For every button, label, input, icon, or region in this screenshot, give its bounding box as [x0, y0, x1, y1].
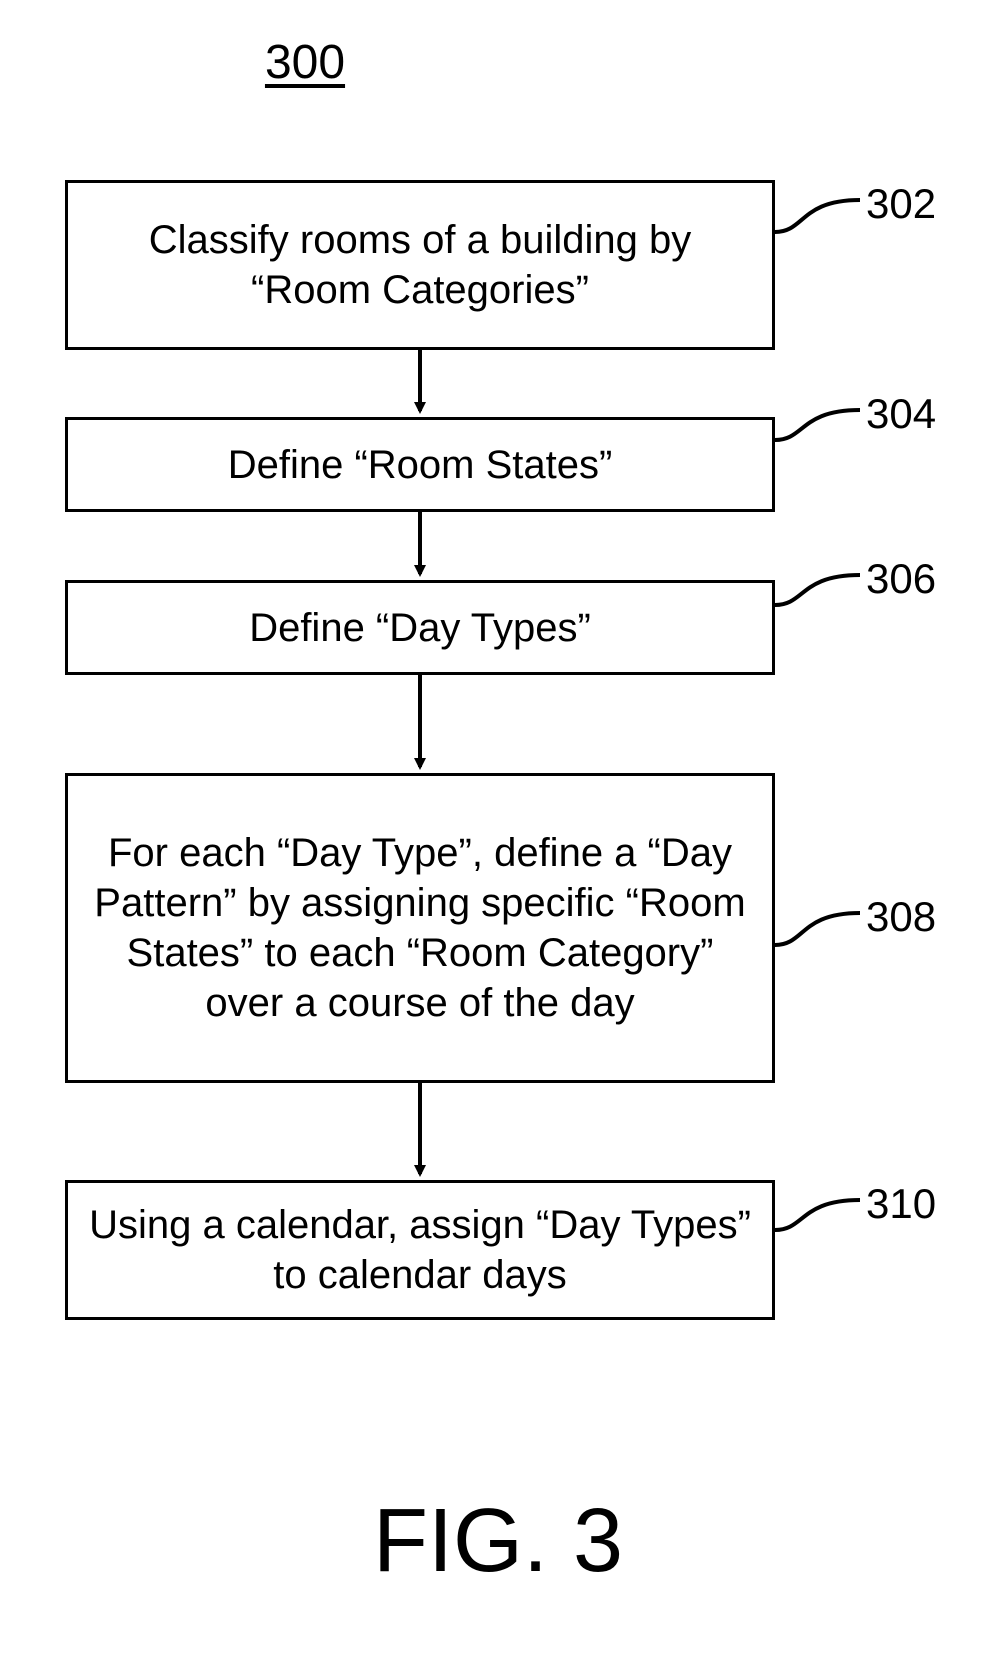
callout-304 [775, 410, 860, 440]
step-308-box: For each “Day Type”, define a “Day Patte… [65, 773, 775, 1083]
step-306-text: Define “Day Types” [249, 603, 591, 653]
step-302-box: Classify rooms of a building by “Room Ca… [65, 180, 775, 350]
step-308-ref: 308 [866, 893, 936, 941]
step-304-ref: 304 [866, 390, 936, 438]
step-310-ref: 310 [866, 1180, 936, 1228]
step-304-text: Define “Room States” [228, 440, 613, 490]
step-302-text: Classify rooms of a building by “Room Ca… [88, 215, 752, 315]
figure-caption: FIG. 3 [0, 1490, 996, 1593]
callout-308 [775, 913, 860, 945]
callout-302 [775, 200, 860, 232]
step-306-box: Define “Day Types” [65, 580, 775, 675]
step-310-box: Using a calendar, assign “Day Types” to … [65, 1180, 775, 1320]
step-310-text: Using a calendar, assign “Day Types” to … [88, 1200, 752, 1300]
step-304-box: Define “Room States” [65, 417, 775, 512]
step-302-ref: 302 [866, 180, 936, 228]
flowchart-canvas: 300 Classify rooms of a building by “Roo… [0, 0, 996, 1676]
step-306-ref: 306 [866, 555, 936, 603]
callout-310 [775, 1200, 860, 1230]
figure-number: 300 [245, 35, 365, 90]
step-308-text: For each “Day Type”, define a “Day Patte… [88, 828, 752, 1028]
callout-306 [775, 575, 860, 605]
